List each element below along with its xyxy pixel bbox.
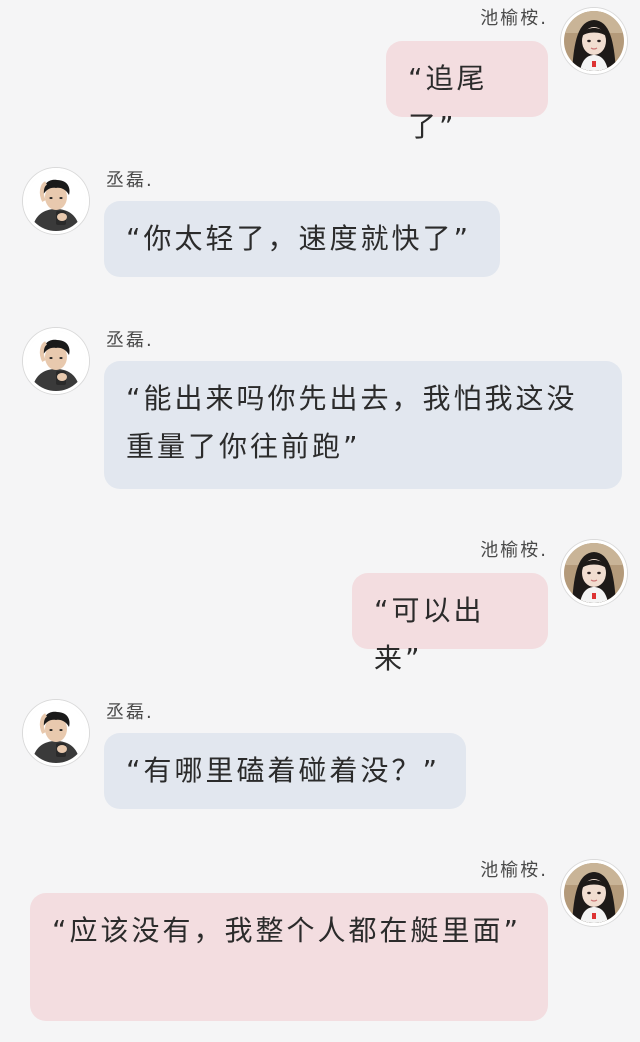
- avatar-boy-icon[interactable]: [23, 700, 89, 766]
- message-bubble: “追尾了”: [386, 41, 548, 143]
- sender-name: 丞磊.: [106, 702, 154, 723]
- message-bubble: “应该没有，我整个人都在艇里面”: [30, 893, 548, 1021]
- sender-name: 池榆桉.: [480, 540, 548, 561]
- message-bubble: “可以出来”: [352, 573, 548, 675]
- avatar-girl-icon[interactable]: [561, 860, 627, 926]
- sender-name: 池榆桉.: [480, 8, 548, 29]
- avatar-boy-icon[interactable]: [23, 168, 89, 234]
- chat-transcript: 池榆桉. “追尾了” 丞磊. “你太轻了，速度就快了” 丞磊. “能出来吗你先出…: [0, 0, 640, 1042]
- sender-name: 丞磊.: [106, 170, 154, 191]
- message-bubble: “有哪里磕着碰着没？”: [104, 733, 466, 809]
- sender-name: 池榆桉.: [480, 860, 548, 881]
- avatar-boy-icon[interactable]: [23, 328, 89, 394]
- sender-name: 丞磊.: [106, 330, 154, 351]
- avatar-girl-icon[interactable]: [561, 540, 627, 606]
- avatar-girl-icon[interactable]: [561, 8, 627, 74]
- message-bubble: “你太轻了，速度就快了”: [104, 201, 500, 277]
- message-bubble: “能出来吗你先出去，我怕我这没重量了你往前跑”: [104, 361, 622, 489]
